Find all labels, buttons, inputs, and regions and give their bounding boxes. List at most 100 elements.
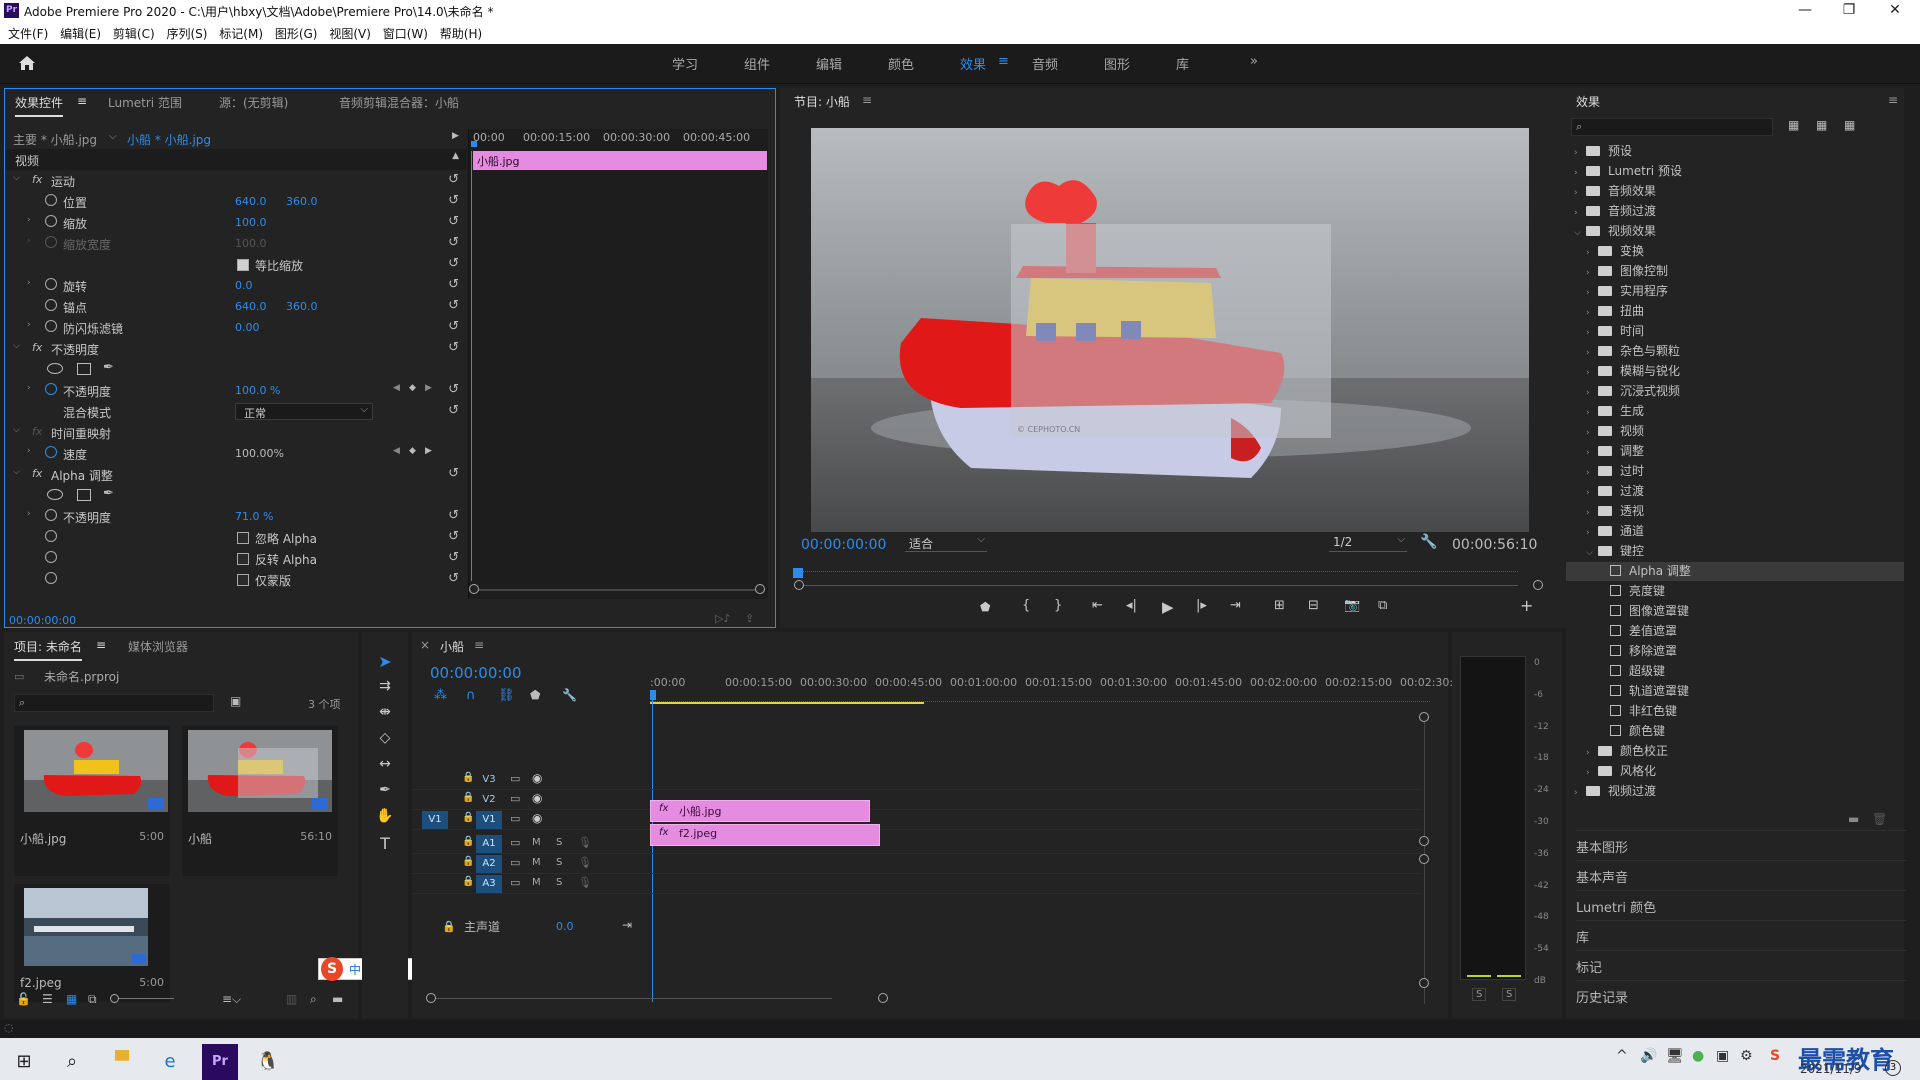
track-select-tool-icon[interactable]: ⇉	[374, 678, 396, 700]
workspace-editing[interactable]: 编辑	[816, 54, 842, 73]
filter-icon[interactable]: ▷♪	[715, 612, 730, 625]
workspace-learning[interactable]: 学习	[672, 54, 698, 73]
effect-item[interactable]: 轨道遮罩键	[1566, 682, 1904, 701]
effect-folder[interactable]: › 视频	[1566, 422, 1904, 441]
slip-tool-icon[interactable]: ↔	[374, 756, 396, 778]
source-patch-v1[interactable]: V1	[422, 811, 448, 829]
workspace-menu-icon[interactable]: ≡	[998, 54, 1009, 69]
effect-folder[interactable]: › 颜色校正	[1566, 742, 1904, 761]
panel-menu-icon[interactable]: ≡	[96, 638, 106, 652]
home-icon[interactable]	[18, 55, 36, 71]
clip-v2[interactable]: fx 小船.jpg	[650, 800, 870, 822]
yuv-effects-icon[interactable]: ▦	[1844, 118, 1855, 132]
flicker-value[interactable]: 0.00	[235, 321, 260, 334]
stopwatch-icon[interactable]	[45, 572, 57, 584]
step-back-icon[interactable]: ◂|	[1126, 598, 1137, 613]
minimize-button[interactable]: —	[1785, 2, 1825, 18]
zoom-handle-left[interactable]	[794, 580, 804, 590]
expand-chevron-icon[interactable]: ›	[1574, 188, 1586, 198]
sync-lock-icon[interactable]: ▭	[510, 792, 520, 805]
rotation-value[interactable]: 0.0	[235, 279, 253, 292]
tab-media-browser[interactable]: 媒体浏览器	[128, 638, 188, 655]
track-lock-icon[interactable]: 🔒	[462, 876, 474, 887]
side-panel-essential-sound[interactable]: 基本声音	[1576, 860, 1906, 888]
track-a3[interactable]: 🔒 A3 ▭ M S 🎙	[412, 874, 1422, 894]
add-marker-icon[interactable]: ⬟	[530, 688, 540, 702]
expand-chevron-icon[interactable]: ›	[27, 215, 31, 225]
pen-tool-icon[interactable]: ✒	[374, 782, 396, 804]
side-panel-essential-graphics[interactable]: 基本图形	[1576, 830, 1906, 858]
side-panel-libraries[interactable]: 库	[1576, 920, 1906, 948]
prev-keyframe-icon[interactable]: ◀	[393, 446, 400, 456]
file-explorer-icon[interactable]: ▀	[104, 1044, 140, 1080]
uniform-scale-checkbox[interactable]	[237, 259, 249, 271]
mute-button[interactable]: M	[532, 837, 541, 848]
effect-folder[interactable]: › 杂色与颗粒	[1566, 342, 1904, 361]
mark-out-icon[interactable]: }	[1054, 598, 1062, 613]
next-keyframe-icon[interactable]: ▶	[425, 383, 432, 393]
sync-lock-icon[interactable]: ▭	[510, 772, 520, 785]
mute-button[interactable]: M	[532, 877, 541, 888]
project-item-f2-jpeg[interactable]: f2.jpeg 5:00	[14, 884, 170, 1002]
solo-right-button[interactable]: S	[1502, 988, 1517, 1001]
expand-chevron-icon[interactable]: ⌵	[13, 341, 20, 351]
h-scroll-handle-left[interactable]	[426, 993, 436, 1003]
sort-icon[interactable]: ≡⌵	[222, 992, 241, 1007]
tab-source[interactable]: 源：(无剪辑)	[219, 94, 288, 111]
mute-button[interactable]: M	[532, 857, 541, 868]
go-to-end-icon[interactable]: ⇥	[622, 918, 632, 932]
hand-tool-icon[interactable]: ✋	[374, 808, 396, 830]
track-lock-icon[interactable]: 🔒	[462, 856, 474, 867]
pen-mask-icon[interactable]: ✒	[103, 360, 114, 375]
track-lock-icon[interactable]: 🔒	[462, 836, 474, 847]
tray-app-icon[interactable]: ●	[1692, 1048, 1704, 1064]
effect-item[interactable]: 移除遮罩	[1566, 642, 1904, 661]
stopwatch-icon[interactable]	[45, 530, 57, 542]
expand-chevron-icon[interactable]: ›	[1586, 308, 1598, 318]
expand-chevron-icon[interactable]: ›	[1586, 348, 1598, 358]
master-track-lock-icon[interactable]: 🔒	[442, 920, 456, 933]
expand-chevron-icon[interactable]: ›	[1574, 148, 1586, 158]
effect-folder[interactable]: ⌵ 视频效果	[1566, 222, 1904, 241]
position-x-value[interactable]: 640.0	[235, 195, 267, 208]
expand-chevron-icon[interactable]: ›	[1586, 488, 1598, 498]
tray-app2-icon[interactable]: ▣	[1716, 1048, 1729, 1064]
effect-folder[interactable]: › 过渡	[1566, 482, 1904, 501]
expand-chevron-icon[interactable]: ›	[1574, 208, 1586, 218]
effect-folder[interactable]: › 过时	[1566, 462, 1904, 481]
sequence-clip-label[interactable]: 小船 * 小船.jpg	[127, 131, 211, 148]
expand-chevron-icon[interactable]: ›	[1574, 788, 1586, 798]
effect-item[interactable]: 超级键	[1566, 662, 1904, 681]
stopwatch-icon[interactable]	[45, 383, 57, 395]
opacity-effect-row[interactable]: ⌵ fx 不透明度 ↺	[5, 338, 467, 359]
more-workspaces-icon[interactable]: »	[1250, 54, 1258, 69]
effect-item[interactable]: 亮度键	[1566, 582, 1904, 601]
rectangle-mask-icon[interactable]	[77, 363, 91, 375]
expand-chevron-icon[interactable]: ›	[27, 383, 31, 393]
track-target-v3[interactable]: V3	[476, 771, 502, 789]
export-frame-icon[interactable]: 📷	[1344, 598, 1360, 613]
workspace-color[interactable]: 颜色	[888, 54, 914, 73]
program-timecode[interactable]: 00:00:00:00	[801, 537, 886, 553]
solo-left-button[interactable]: S	[1472, 988, 1487, 1001]
program-ruler[interactable]	[800, 562, 1518, 572]
side-panel-lumetri-color[interactable]: Lumetri 颜色	[1576, 890, 1906, 918]
step-forward-icon[interactable]: |▸	[1196, 598, 1207, 613]
delete-icon[interactable]: 🗑	[1872, 812, 1887, 826]
expand-chevron-icon[interactable]: ›	[1586, 388, 1598, 398]
effect-folder[interactable]: ⌵ 键控	[1566, 542, 1904, 561]
expand-chevron-icon[interactable]: ›	[27, 509, 31, 519]
menu-edit[interactable]: 编辑(E)	[60, 25, 101, 42]
find-icon[interactable]: ⌕	[310, 992, 317, 1007]
project-item-boat-jpg[interactable]: 小船.jpg 5:00	[14, 726, 170, 876]
effect-item[interactable]: 图像遮罩键	[1566, 602, 1904, 621]
ec-zoom-handle-left[interactable]	[469, 584, 479, 594]
fx-icon[interactable]: fx	[32, 173, 42, 186]
sync-lock-icon[interactable]: ▭	[510, 856, 520, 869]
effect-folder[interactable]: › 扭曲	[1566, 302, 1904, 321]
expand-chevron-icon[interactable]: ›	[1586, 748, 1598, 758]
effect-folder[interactable]: › 透视	[1566, 502, 1904, 521]
effect-folder[interactable]: › 图像控制	[1566, 262, 1904, 281]
effect-folder[interactable]: › 音频过渡	[1566, 202, 1904, 221]
anchor-y-value[interactable]: 360.0	[286, 300, 318, 313]
